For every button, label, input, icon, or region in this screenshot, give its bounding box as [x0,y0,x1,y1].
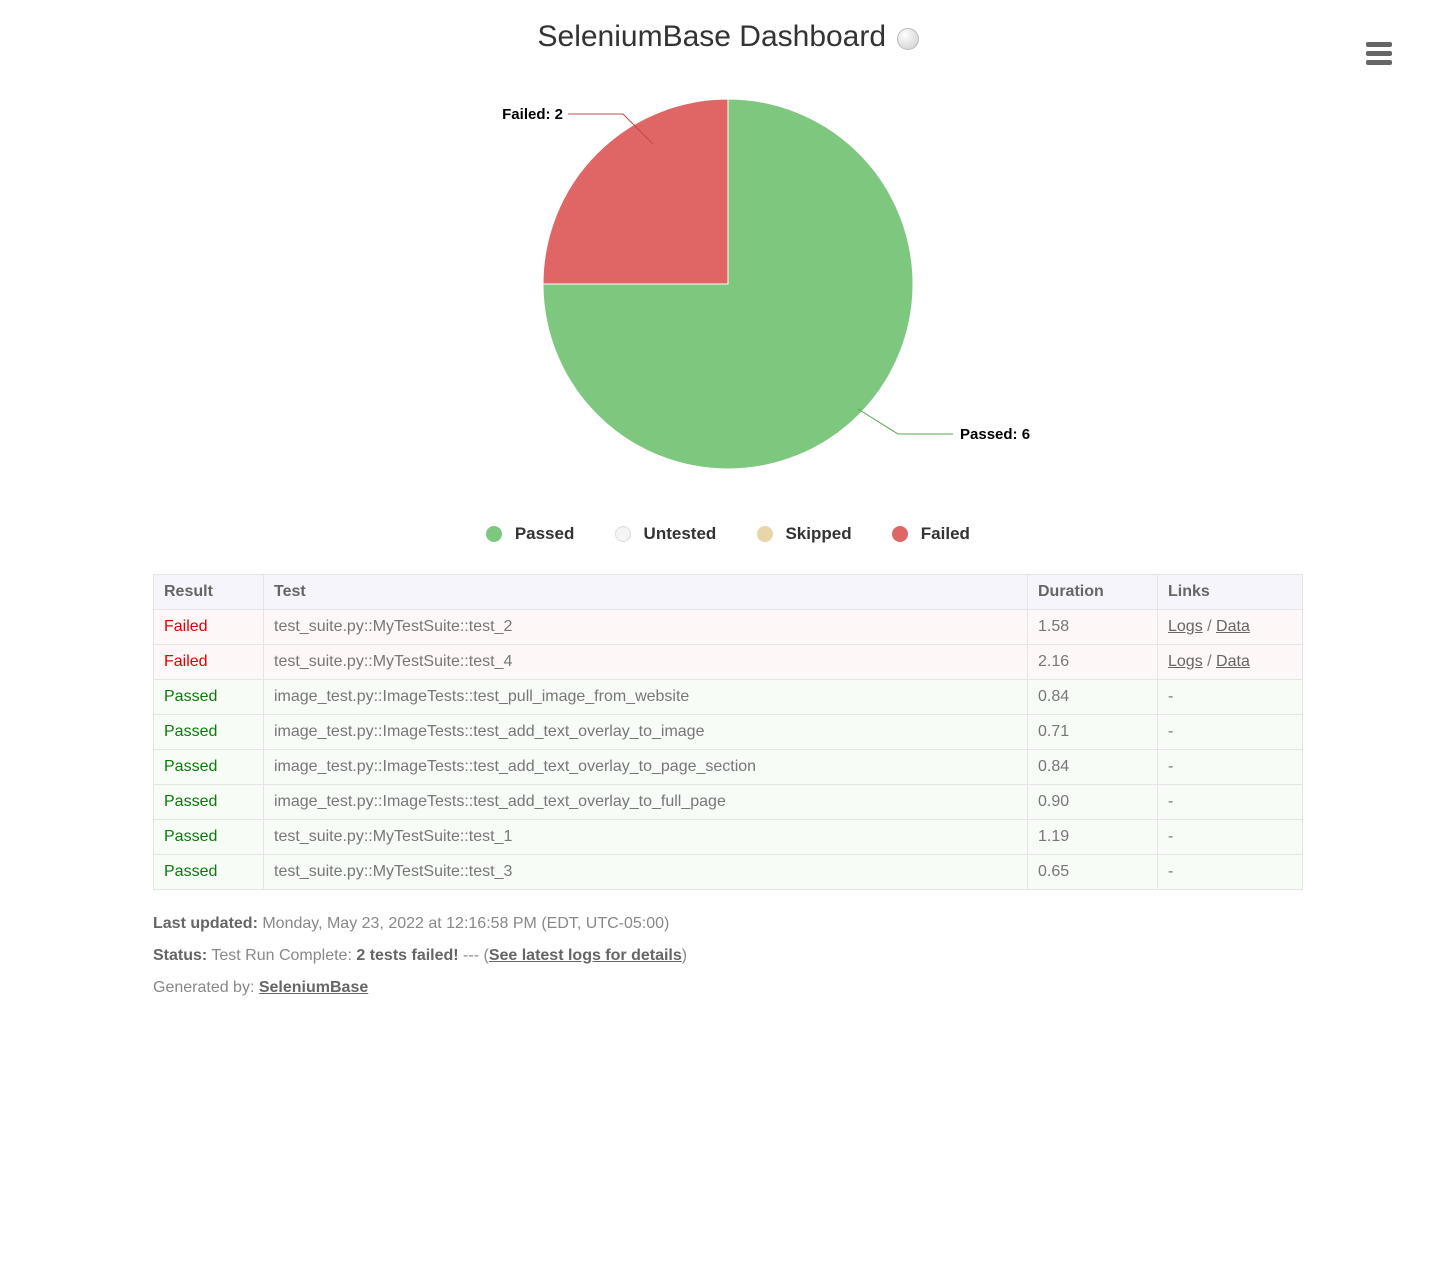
table-header-row: Result Test Duration Links [154,575,1303,610]
last-updated-line: Last updated: Monday, May 23, 2022 at 12… [153,908,1303,940]
data-link[interactable]: Data [1216,653,1250,670]
cell-result: Failed [154,645,264,680]
page-title: SeleniumBase Dashboard [538,20,887,54]
cell-test: test_suite.py::MyTestSuite::test_2 [264,610,1028,645]
generated-by-line: Generated by: SeleniumBase [153,972,1303,1004]
cell-test: test_suite.py::MyTestSuite::test_1 [264,820,1028,855]
cell-result: Passed [154,680,264,715]
data-label-passed: Passed: 6 [960,426,1030,443]
header: SeleniumBase Dashboard [0,10,1456,84]
status-prefix: Test Run Complete: [211,947,356,964]
cell-test: test_suite.py::MyTestSuite::test_4 [264,645,1028,680]
cell-duration: 0.71 [1028,715,1158,750]
legend-dot-icon [892,526,908,542]
cell-result: Passed [154,855,264,890]
last-updated-value: Monday, May 23, 2022 at 12:16:58 PM (EDT… [262,915,669,932]
status-separator: --- ( [459,947,489,964]
cell-test: image_test.py::ImageTests::test_add_text… [264,750,1028,785]
cell-links: Logs / Data [1158,610,1303,645]
seleniumbase-link[interactable]: SeleniumBase [259,979,368,996]
legend-item-failed[interactable]: Failed [892,524,970,544]
table-row: Passedimage_test.py::ImageTests::test_pu… [154,680,1303,715]
cell-duration: 1.19 [1028,820,1158,855]
col-test: Test [264,575,1028,610]
cell-duration: 1.58 [1028,610,1158,645]
col-result: Result [154,575,264,610]
cell-test: image_test.py::ImageTests::test_add_text… [264,785,1028,820]
cell-duration: 0.84 [1028,750,1158,785]
table-row: Passedimage_test.py::ImageTests::test_ad… [154,785,1303,820]
generated-by-label: Generated by: [153,979,254,996]
cell-duration: 0.84 [1028,680,1158,715]
legend-label: Failed [921,524,970,543]
data-label-failed: Failed: 2 [502,106,563,123]
table-row: Passedimage_test.py::ImageTests::test_ad… [154,715,1303,750]
results-table: Result Test Duration Links Failedtest_su… [153,574,1303,890]
table-row: Passedtest_suite.py::MyTestSuite::test_3… [154,855,1303,890]
cell-links: - [1158,855,1303,890]
pie-chart-svg: Failed: 2 Passed: 6 [378,84,1078,484]
table-row: Passedtest_suite.py::MyTestSuite::test_1… [154,820,1303,855]
legend-item-skipped[interactable]: Skipped [757,524,852,544]
status-label: Status: [153,947,207,964]
see-logs-link[interactable]: See latest logs for details [489,947,682,964]
cell-test: image_test.py::ImageTests::test_pull_ima… [264,680,1028,715]
cell-links: Logs / Data [1158,645,1303,680]
legend-label: Untested [644,524,717,543]
cell-links: - [1158,820,1303,855]
status-suffix: ) [682,947,687,964]
footer: Last updated: Monday, May 23, 2022 at 12… [153,908,1303,1004]
cell-links: - [1158,715,1303,750]
legend-item-passed[interactable]: Passed [486,524,574,544]
col-duration: Duration [1028,575,1158,610]
status-indicator-icon [897,28,919,50]
cell-test: image_test.py::ImageTests::test_add_text… [264,715,1028,750]
table-row: Passedimage_test.py::ImageTests::test_ad… [154,750,1303,785]
last-updated-label: Last updated: [153,915,258,932]
table-row: Failedtest_suite.py::MyTestSuite::test_4… [154,645,1303,680]
chart-legend: Passed Untested Skipped Failed [0,514,1456,574]
cell-duration: 2.16 [1028,645,1158,680]
menu-button[interactable] [1366,38,1396,68]
cell-result: Failed [154,610,264,645]
cell-result: Passed [154,715,264,750]
cell-duration: 0.90 [1028,785,1158,820]
data-link[interactable]: Data [1216,618,1250,635]
pie-chart: Failed: 2 Passed: 6 [0,84,1456,514]
logs-link[interactable]: Logs [1168,653,1203,670]
legend-item-untested[interactable]: Untested [615,524,716,544]
chart-leader-passed [858,409,953,434]
legend-dot-icon [486,526,502,542]
legend-label: Passed [515,524,575,543]
cell-links: - [1158,785,1303,820]
logs-link[interactable]: Logs [1168,618,1203,635]
status-tests-failed: 2 tests failed! [356,947,458,964]
cell-duration: 0.65 [1028,855,1158,890]
legend-dot-icon [757,526,773,542]
cell-result: Passed [154,820,264,855]
table-row: Failedtest_suite.py::MyTestSuite::test_2… [154,610,1303,645]
cell-links: - [1158,680,1303,715]
cell-links: - [1158,750,1303,785]
status-line: Status: Test Run Complete: 2 tests faile… [153,940,1303,972]
cell-test: test_suite.py::MyTestSuite::test_3 [264,855,1028,890]
legend-dot-icon [615,526,631,542]
col-links: Links [1158,575,1303,610]
cell-result: Passed [154,750,264,785]
cell-result: Passed [154,785,264,820]
legend-label: Skipped [785,524,851,543]
